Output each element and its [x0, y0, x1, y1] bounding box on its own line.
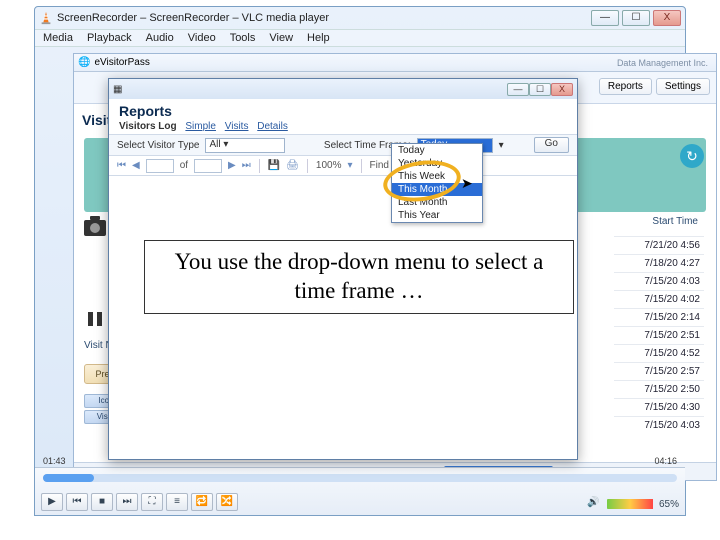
globe-icon: 🌐: [78, 57, 90, 68]
visitor-type-select[interactable]: All ▾: [205, 138, 285, 153]
chevron-down-icon[interactable]: ▾: [347, 160, 352, 171]
prev-button[interactable]: ⏮: [66, 493, 88, 511]
time-row[interactable]: 7/15/20 4:52: [614, 344, 704, 362]
refresh-icon[interactable]: ↻: [680, 144, 704, 168]
page-total: [194, 159, 222, 173]
menu-media[interactable]: Media: [43, 32, 73, 44]
first-page-button[interactable]: ⏮: [117, 160, 126, 171]
tab-visitors-log[interactable]: Visitors Log: [119, 121, 177, 132]
seek-bar[interactable]: [43, 474, 677, 482]
prev-page-button[interactable]: ◀: [132, 160, 140, 171]
tab-simple[interactable]: Simple: [185, 121, 216, 132]
reports-filter-bar: Select Visitor Type All ▾ Select Time Fr…: [109, 134, 577, 156]
vlc-titlebar[interactable]: ScreenRecorder – ScreenRecorder – VLC me…: [35, 7, 685, 29]
dropdown-item[interactable]: Last Month: [392, 196, 482, 209]
time-row[interactable]: 7/15/20 2:57: [614, 362, 704, 380]
print-button[interactable]: 🖨: [286, 160, 299, 171]
camera-icon[interactable]: [84, 220, 106, 236]
tab-details[interactable]: Details: [257, 121, 288, 132]
start-time-list: 7/21/20 4:56 7/18/20 4:27 7/15/20 4:03 7…: [614, 236, 704, 434]
dropdown-item[interactable]: This Year: [392, 209, 482, 222]
page-number-input[interactable]: [146, 159, 174, 173]
evp-tab-title: eVisitorPass: [94, 57, 149, 68]
playlist-button[interactable]: ≡: [166, 493, 188, 511]
volume-pct: 65%: [659, 499, 679, 510]
last-page-button[interactable]: ⏭: [242, 160, 251, 171]
close-button[interactable]: X: [653, 10, 681, 26]
reports-minimize-button[interactable]: —: [507, 83, 529, 96]
vlc-cone-icon: [39, 11, 53, 25]
tab-visits[interactable]: Visits: [225, 121, 249, 132]
loop-button[interactable]: 🔁: [191, 493, 213, 511]
volume-slider[interactable]: [607, 499, 653, 509]
dropdown-item[interactable]: Today: [392, 144, 482, 157]
tutorial-caption: You use the drop-down menu to select a t…: [144, 240, 574, 314]
time-row[interactable]: 7/15/20 2:50: [614, 380, 704, 398]
pause-icon[interactable]: [88, 312, 102, 326]
time-row[interactable]: 7/18/20 4:27: [614, 254, 704, 272]
maximize-button[interactable]: ☐: [622, 10, 650, 26]
chevron-down-icon[interactable]: ▾: [499, 140, 504, 151]
menu-audio[interactable]: Audio: [146, 32, 174, 44]
time-row[interactable]: 7/21/20 4:56: [614, 236, 704, 254]
next-page-button[interactable]: ▶: [228, 160, 236, 171]
elapsed-time: 01:43: [43, 456, 66, 466]
evp-brand-text: Data Management Inc.: [617, 58, 708, 68]
menu-view[interactable]: View: [269, 32, 293, 44]
total-time: 04:16: [654, 456, 677, 466]
export-button[interactable]: 💾: [268, 160, 280, 171]
vlc-title: ScreenRecorder – ScreenRecorder – VLC me…: [57, 12, 591, 24]
vlc-controls: 01:43 04:16 ▶ ⏮ ■ ⏭ ⛶ ≡ 🔁 🔀 🔊 65%: [35, 467, 685, 515]
minimize-button[interactable]: —: [591, 10, 619, 26]
time-frame-dropdown[interactable]: Today Yesterday This Week This Month Las…: [391, 143, 483, 223]
seek-fill: [43, 474, 94, 482]
reports-button[interactable]: Reports: [599, 78, 652, 95]
dropdown-item-selected[interactable]: This Month: [392, 183, 482, 196]
play-button[interactable]: ▶: [41, 493, 63, 511]
stop-button[interactable]: ■: [91, 493, 113, 511]
shuffle-button[interactable]: 🔀: [216, 493, 238, 511]
menu-tools[interactable]: Tools: [230, 32, 256, 44]
reports-heading: Reports: [119, 103, 567, 119]
reports-titlebar[interactable]: ▦ — ☐ X: [109, 79, 577, 99]
of-label: of: [180, 160, 188, 171]
time-row[interactable]: 7/15/20 2:51: [614, 326, 704, 344]
time-row[interactable]: 7/15/20 4:03: [614, 416, 704, 434]
next-button[interactable]: ⏭: [116, 493, 138, 511]
start-time-header: Start Time: [652, 216, 698, 227]
time-row[interactable]: 7/15/20 2:14: [614, 308, 704, 326]
reports-maximize-button[interactable]: ☐: [529, 83, 551, 96]
fullscreen-button[interactable]: ⛶: [141, 493, 163, 511]
find-label: Find: [370, 160, 389, 171]
menu-help[interactable]: Help: [307, 32, 330, 44]
reports-close-button[interactable]: X: [551, 83, 573, 96]
speaker-icon[interactable]: 🔊: [587, 497, 601, 511]
vlc-menubar: Media Playback Audio Video Tools View He…: [35, 29, 685, 47]
reports-window-icon: ▦: [113, 84, 122, 95]
go-button[interactable]: Go: [534, 137, 569, 153]
reports-tabs: Visitors Log Simple Visits Details: [119, 121, 567, 132]
dropdown-item[interactable]: Yesterday: [392, 157, 482, 170]
time-row[interactable]: 7/15/20 4:02: [614, 290, 704, 308]
reports-pager: ⏮ ◀ of ▶ ⏭ 💾 🖨 100% ▾ Find Next: [109, 156, 577, 176]
dropdown-item[interactable]: This Week: [392, 170, 482, 183]
settings-button[interactable]: Settings: [656, 78, 710, 95]
menu-playback[interactable]: Playback: [87, 32, 132, 44]
menu-video[interactable]: Video: [188, 32, 216, 44]
time-row[interactable]: 7/15/20 4:03: [614, 272, 704, 290]
zoom-value[interactable]: 100%: [316, 160, 342, 171]
visitor-type-label: Select Visitor Type: [117, 140, 199, 151]
time-row[interactable]: 7/15/20 4:30: [614, 398, 704, 416]
